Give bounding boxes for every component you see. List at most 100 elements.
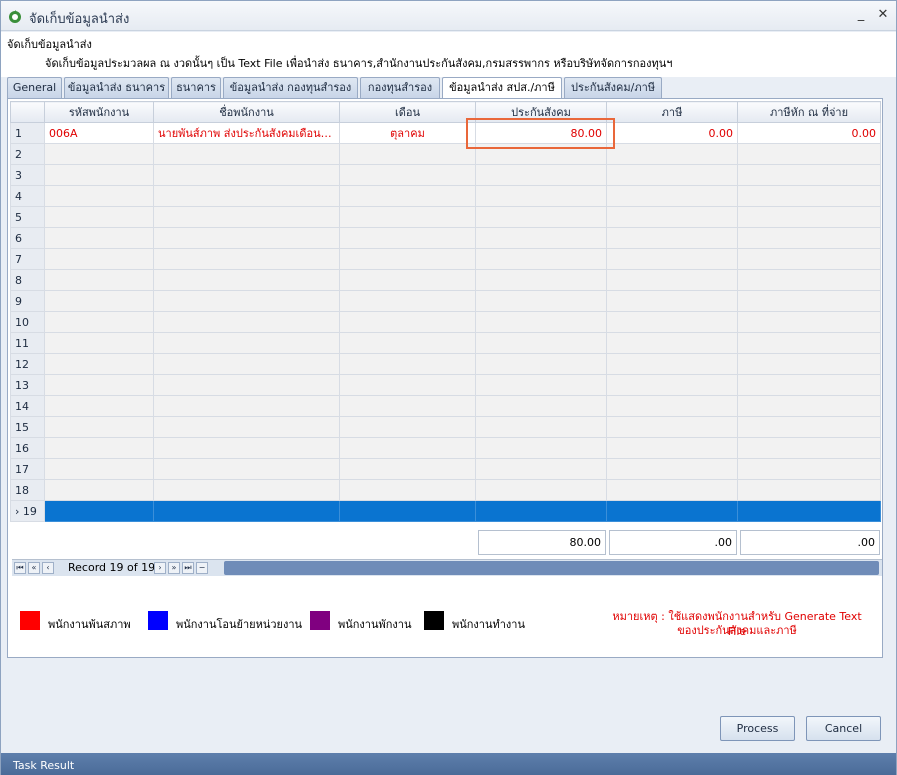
row-number[interactable]: 12 bbox=[10, 353, 45, 375]
table-row[interactable]: 5 bbox=[10, 206, 881, 228]
table-row[interactable]: 17 bbox=[10, 458, 881, 480]
cancel-button[interactable]: Cancel bbox=[806, 716, 881, 741]
column-header-emp-name[interactable]: ชื่อพนักงาน bbox=[153, 101, 340, 123]
cell-sso[interactable] bbox=[475, 500, 607, 522]
cell-tax[interactable]: 0.00 bbox=[606, 122, 738, 144]
table-row[interactable]: 18 bbox=[10, 479, 881, 501]
cell-emp-code[interactable] bbox=[44, 416, 154, 438]
cell-sso[interactable] bbox=[475, 227, 607, 249]
cell-emp-name[interactable] bbox=[153, 500, 340, 522]
table-row[interactable]: 7 bbox=[10, 248, 881, 270]
cell-emp-name[interactable] bbox=[153, 290, 340, 312]
cell-sso[interactable] bbox=[475, 206, 607, 228]
cell-wht[interactable]: 0.00 bbox=[737, 122, 881, 144]
first-page-icon[interactable]: ⏮ bbox=[14, 562, 26, 574]
cell-sso[interactable] bbox=[475, 437, 607, 459]
prev-record-icon[interactable]: ‹ bbox=[42, 562, 54, 574]
cell-sso[interactable] bbox=[475, 374, 607, 396]
row-number[interactable]: 18 bbox=[10, 479, 45, 501]
cell-emp-code[interactable] bbox=[44, 248, 154, 270]
prev-page-icon[interactable]: « bbox=[28, 562, 40, 574]
row-number[interactable]: 1 bbox=[10, 122, 45, 144]
table-row[interactable]: 16 bbox=[10, 437, 881, 459]
cell-emp-name[interactable] bbox=[153, 353, 340, 375]
cell-tax[interactable] bbox=[606, 479, 738, 501]
cell-emp-code[interactable] bbox=[44, 458, 154, 480]
cell-month[interactable] bbox=[339, 500, 476, 522]
cell-wht[interactable] bbox=[737, 290, 881, 312]
next-page-icon[interactable]: » bbox=[168, 562, 180, 574]
row-number[interactable]: 2 bbox=[10, 143, 45, 165]
column-header-tax[interactable]: ภาษี bbox=[606, 101, 738, 123]
cell-emp-name[interactable] bbox=[153, 143, 340, 165]
cell-emp-code[interactable] bbox=[44, 185, 154, 207]
cell-sso[interactable] bbox=[475, 143, 607, 165]
row-number[interactable]: 15 bbox=[10, 416, 45, 438]
delete-record-icon[interactable]: − bbox=[196, 562, 208, 574]
close-icon[interactable]: ✕ bbox=[875, 7, 891, 23]
cell-wht[interactable] bbox=[737, 458, 881, 480]
cell-sso[interactable] bbox=[475, 479, 607, 501]
table-row[interactable]: 10 bbox=[10, 311, 881, 333]
table-row[interactable]: 1 006A นายพันส์ภาพ ส่งประกันสังคมเดือนสุ..… bbox=[10, 122, 881, 144]
cell-emp-code[interactable] bbox=[44, 437, 154, 459]
cell-emp-name[interactable] bbox=[153, 437, 340, 459]
cell-wht[interactable] bbox=[737, 185, 881, 207]
cell-sso[interactable] bbox=[475, 458, 607, 480]
cell-emp-name[interactable] bbox=[153, 479, 340, 501]
cell-emp-code[interactable] bbox=[44, 353, 154, 375]
cell-wht[interactable] bbox=[737, 227, 881, 249]
cell-tax[interactable] bbox=[606, 353, 738, 375]
tab-general[interactable]: General bbox=[7, 77, 62, 98]
cell-sso[interactable]: 80.00 bbox=[475, 122, 607, 144]
cell-emp-name[interactable] bbox=[153, 248, 340, 270]
cell-emp-code[interactable] bbox=[44, 500, 154, 522]
table-row[interactable]: 11 bbox=[10, 332, 881, 354]
tab-provident-export[interactable]: ข้อมูลนำส่ง กองทุนสำรอง bbox=[223, 77, 358, 98]
tab-bank[interactable]: ธนาคาร bbox=[171, 77, 221, 98]
cell-emp-name[interactable] bbox=[153, 269, 340, 291]
table-row[interactable]: 12 bbox=[10, 353, 881, 375]
cell-month[interactable] bbox=[339, 374, 476, 396]
cell-month[interactable] bbox=[339, 290, 476, 312]
cell-emp-code[interactable] bbox=[44, 479, 154, 501]
cell-tax[interactable] bbox=[606, 500, 738, 522]
cell-tax[interactable] bbox=[606, 248, 738, 270]
cell-emp-code[interactable] bbox=[44, 143, 154, 165]
cell-emp-code[interactable] bbox=[44, 311, 154, 333]
cell-tax[interactable] bbox=[606, 269, 738, 291]
row-number[interactable]: 8 bbox=[10, 269, 45, 291]
table-row[interactable]: 13 bbox=[10, 374, 881, 396]
cell-tax[interactable] bbox=[606, 416, 738, 438]
cell-month[interactable] bbox=[339, 227, 476, 249]
cell-emp-code[interactable] bbox=[44, 374, 154, 396]
table-row[interactable]: 9 bbox=[10, 290, 881, 312]
cell-wht[interactable] bbox=[737, 248, 881, 270]
cell-emp-name[interactable] bbox=[153, 458, 340, 480]
row-number[interactable]: 9 bbox=[10, 290, 45, 312]
cell-wht[interactable] bbox=[737, 416, 881, 438]
cell-sso[interactable] bbox=[475, 164, 607, 186]
cell-month[interactable] bbox=[339, 143, 476, 165]
row-number[interactable]: 5 bbox=[10, 206, 45, 228]
cell-tax[interactable] bbox=[606, 458, 738, 480]
cell-emp-name[interactable] bbox=[153, 164, 340, 186]
cell-emp-name[interactable] bbox=[153, 227, 340, 249]
row-number[interactable]: 14 bbox=[10, 395, 45, 417]
cell-sso[interactable] bbox=[475, 269, 607, 291]
cell-sso[interactable] bbox=[475, 395, 607, 417]
cell-sso[interactable] bbox=[475, 332, 607, 354]
row-number[interactable]: 7 bbox=[10, 248, 45, 270]
cell-emp-code[interactable] bbox=[44, 269, 154, 291]
cell-wht[interactable] bbox=[737, 269, 881, 291]
table-row[interactable]: › 19 bbox=[10, 500, 881, 522]
cell-tax[interactable] bbox=[606, 374, 738, 396]
cell-month[interactable] bbox=[339, 458, 476, 480]
table-row[interactable]: 2 bbox=[10, 143, 881, 165]
cell-month[interactable] bbox=[339, 353, 476, 375]
cell-emp-code[interactable] bbox=[44, 227, 154, 249]
column-header-month[interactable]: เดือน bbox=[339, 101, 476, 123]
cell-wht[interactable] bbox=[737, 395, 881, 417]
row-number[interactable]: 3 bbox=[10, 164, 45, 186]
cell-wht[interactable] bbox=[737, 479, 881, 501]
